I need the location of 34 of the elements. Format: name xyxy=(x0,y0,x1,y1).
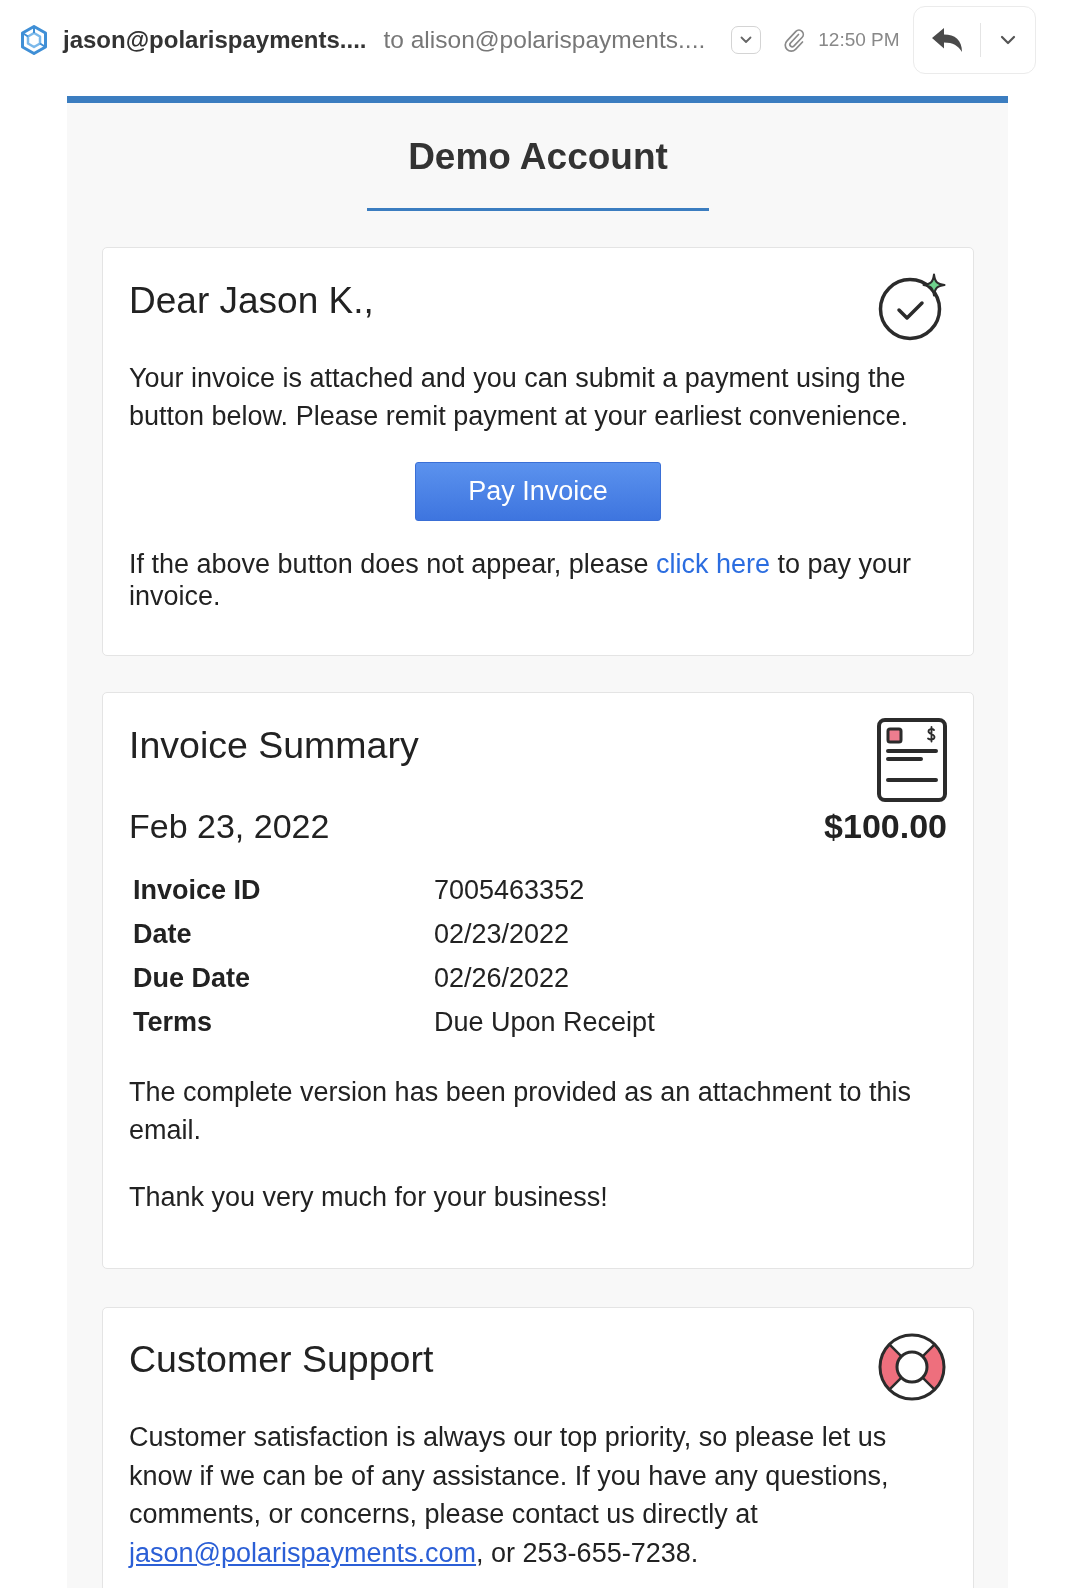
page-title: Demo Account xyxy=(407,137,669,177)
detail-value: 7005463352 xyxy=(434,874,586,907)
lifebuoy-icon xyxy=(877,1332,947,1402)
detail-value: Due Upon Receipt xyxy=(434,1006,656,1039)
details-button[interactable] xyxy=(731,25,762,54)
recipient-address: to alison@polarispayments.... xyxy=(383,25,706,54)
greeting-heading: Dear Jason K., xyxy=(129,280,374,322)
detail-value: 02/23/2022 xyxy=(434,918,571,951)
pay-invoice-button[interactable]: Pay Invoice xyxy=(415,462,661,521)
chevron-down-icon xyxy=(999,34,1016,45)
detail-value: 02/26/2022 xyxy=(434,962,571,995)
detail-label: Terms xyxy=(133,1006,214,1039)
support-text: Customer satisfaction is always our top priority, so please let us know if we can be of any assistance. If you have any questions, comments, or concerns, please contact us directly at jason@polarispayments.com, or 253-655-7238. xyxy=(129,1421,890,1570)
paperclip-icon xyxy=(783,27,806,52)
detail-label: Invoice ID xyxy=(133,874,262,907)
email-link[interactable]: jason@polarispayments.com xyxy=(129,1537,477,1568)
fallback-text: If the above button does not appear, please click here to pay your invoice. xyxy=(129,548,913,612)
chevron-down-icon xyxy=(740,35,753,44)
detail-label: Date xyxy=(133,918,193,951)
logo-icon xyxy=(20,24,48,55)
pay-link[interactable]: click here xyxy=(655,549,770,579)
invoice-date: Feb 23, 2022 xyxy=(129,806,330,847)
check-circle-icon xyxy=(877,272,947,342)
section-heading: Customer Support xyxy=(129,1337,434,1381)
sent-time: 12:50 PM xyxy=(818,28,900,51)
invoice-document-icon xyxy=(877,718,947,802)
sender-address: jason@polarispayments.... xyxy=(63,25,367,54)
invoice-amount: $100.00 xyxy=(824,806,947,847)
message-text: Your invoice is attached and you can submit a payment using the button below. Please remit payment at your earliest convenience. xyxy=(129,362,909,433)
reply-icon xyxy=(930,26,963,53)
note-text: The complete version has been provided as an attachment to this email. xyxy=(129,1076,912,1147)
note-text: Thank you very much for your business! xyxy=(129,1181,609,1214)
detail-label: Due Date xyxy=(133,962,252,995)
section-heading: Invoice Summary xyxy=(129,723,419,767)
